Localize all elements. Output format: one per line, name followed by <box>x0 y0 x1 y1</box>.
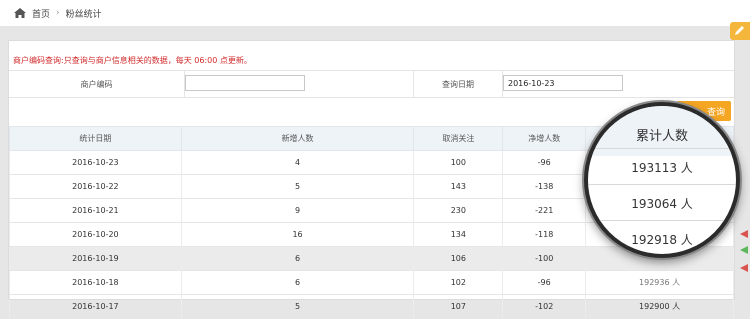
query-date-input[interactable]: 2016-10-23 <box>503 75 623 91</box>
update-notice: 商户编码查询:只查询与商户信息相关的数据，每天 06:00 点更新。 <box>13 56 252 65</box>
cell-net: -96 <box>502 150 587 175</box>
cell-new: 9 <box>180 198 415 223</box>
cell-cancel: 230 <box>413 198 504 223</box>
cell-date: 2016-10-22 <box>9 174 182 199</box>
breadcrumb-separator: › <box>56 8 60 18</box>
top-bar: 首页 › 粉丝统计 <box>0 0 750 26</box>
cell-new: 16 <box>180 222 415 247</box>
table-row: 2016-10-18 6 102 -96 192936 人 <box>9 270 734 295</box>
cell-new: 4 <box>180 150 415 175</box>
breadcrumb-current: 粉丝统计 <box>65 9 102 20</box>
cell-net: -96 <box>502 270 587 295</box>
cell-new: 6 <box>180 270 415 295</box>
cell-date: 2016-10-19 <box>9 246 182 271</box>
cell-total: 192936 人 <box>585 270 734 295</box>
magnified-total-value: 193064 人 <box>588 184 736 221</box>
edit-icon <box>735 26 744 35</box>
home-icon[interactable] <box>14 8 26 18</box>
cell-date: 2016-10-21 <box>9 198 182 223</box>
cell-date: 2016-10-17 <box>9 294 182 319</box>
cell-cancel: 107 <box>413 294 504 319</box>
header-net: 净增人数 <box>502 126 587 151</box>
breadcrumb: 首页 › 粉丝统计 <box>14 6 102 20</box>
side-toggle-button[interactable] <box>730 22 750 40</box>
search-form: 商户编码 查询日期 2016-10-23 <box>9 70 734 98</box>
cell-net: -102 <box>502 294 587 319</box>
breadcrumb-home[interactable]: 首页 <box>32 7 50 20</box>
magnified-total-value: 193113 人 <box>588 148 736 185</box>
cell-cancel: 100 <box>413 150 504 175</box>
cell-cancel: 102 <box>413 270 504 295</box>
cell-cancel: 106 <box>413 246 504 271</box>
header-date: 统计日期 <box>9 126 182 151</box>
cell-new: 5 <box>180 174 415 199</box>
merchant-code-label: 商户编码 <box>80 79 113 89</box>
magnified-total-value: 192918 人 <box>588 220 736 254</box>
header-new: 新增人数 <box>180 126 415 151</box>
cell-net: -221 <box>502 198 587 223</box>
magnifier-lens: 累计人数 193113 人 193064 人 192918 人 <box>584 102 740 258</box>
cell-cancel: 143 <box>413 174 504 199</box>
cell-new: 5 <box>180 294 415 319</box>
cell-net: -138 <box>502 174 587 199</box>
query-date-label: 查询日期 <box>442 79 474 89</box>
merchant-code-input[interactable] <box>185 75 305 91</box>
cell-cancel: 134 <box>413 222 504 247</box>
edge-decoration-icon <box>740 230 748 272</box>
cell-date: 2016-10-20 <box>9 222 182 247</box>
cell-total: 192900 人 <box>585 294 734 319</box>
cell-new: 6 <box>180 246 415 271</box>
cell-date: 2016-10-18 <box>9 270 182 295</box>
cell-date: 2016-10-23 <box>9 150 182 175</box>
cell-net: -100 <box>502 246 587 271</box>
table-row: 2016-10-17 5 107 -102 192900 人 <box>9 294 734 319</box>
header-cancel: 取消关注 <box>413 126 504 151</box>
cell-net: -118 <box>502 222 587 247</box>
